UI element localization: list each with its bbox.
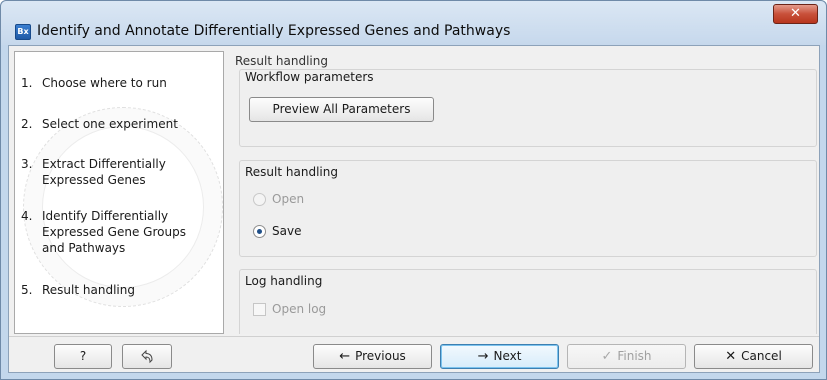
previous-label: Previous [355,349,406,363]
radio-button[interactable] [253,193,266,206]
page-title: Result handling [235,54,328,68]
radio-label: Save [272,224,302,238]
help-button[interactable]: ? [54,344,112,369]
log-handling-group: Log handling Open log [239,269,817,334]
dialog-window: Bx Identify and Annotate Differentially … [0,0,827,380]
group-label: Workflow parameters [245,70,374,84]
main-panel: Result handling Workflow parameters Prev… [231,51,817,334]
undo-hand-icon [141,349,153,364]
next-button[interactable]: → Next [440,344,559,369]
finish-button[interactable]: ✓ Finish [567,344,686,369]
step-number: 2. [21,117,33,131]
step-number: 1. [21,76,33,90]
step-number: 5. [21,283,33,297]
watermark-seal-icon [23,107,223,307]
workflow-parameters-group: Workflow parameters Preview All Paramete… [239,69,817,147]
checkbox[interactable] [253,303,266,316]
previous-button[interactable]: ← Previous [313,344,432,369]
window-title: Identify and Annotate Differentially Exp… [37,23,511,39]
step-label: Select one experiment [42,117,178,131]
reset-button[interactable] [122,344,172,369]
next-label: Next [493,349,522,363]
close-button[interactable]: ✕ [773,4,818,24]
x-icon: ✕ [725,349,737,364]
app-icon: Bx [15,24,31,40]
step-label: Identify Differentially Expressed Gene G… [42,209,186,255]
title-bar[interactable]: Bx Identify and Annotate Differentially … [1,1,826,45]
finish-label: Finish [617,349,652,363]
arrow-right-icon: → [477,349,489,364]
footer-divider [9,336,819,337]
step-number: 4. [21,209,33,223]
result-handling-group: Result handling Open Save [239,160,817,257]
preview-all-parameters-button[interactable]: Preview All Parameters [249,97,434,122]
step-number: 3. [21,157,33,171]
arrow-left-icon: ← [339,349,351,364]
step-label: Result handling [42,283,135,297]
cancel-label: Cancel [741,349,782,363]
steps-panel: 1. Choose where to run 2. Select one exp… [14,51,224,334]
checkbox-label: Open log [272,302,327,316]
radio-button[interactable] [253,225,266,238]
step-label: Choose where to run [42,76,167,90]
group-label: Result handling [245,165,338,179]
checkmark-icon: ✓ [601,349,613,364]
cancel-button[interactable]: ✕ Cancel [694,344,813,369]
radio-label: Open [272,192,305,206]
step-label: Extract Differentially Expressed Genes [42,157,166,187]
group-label: Log handling [245,274,323,288]
dialog-body: 1. Choose where to run 2. Select one exp… [8,45,820,373]
